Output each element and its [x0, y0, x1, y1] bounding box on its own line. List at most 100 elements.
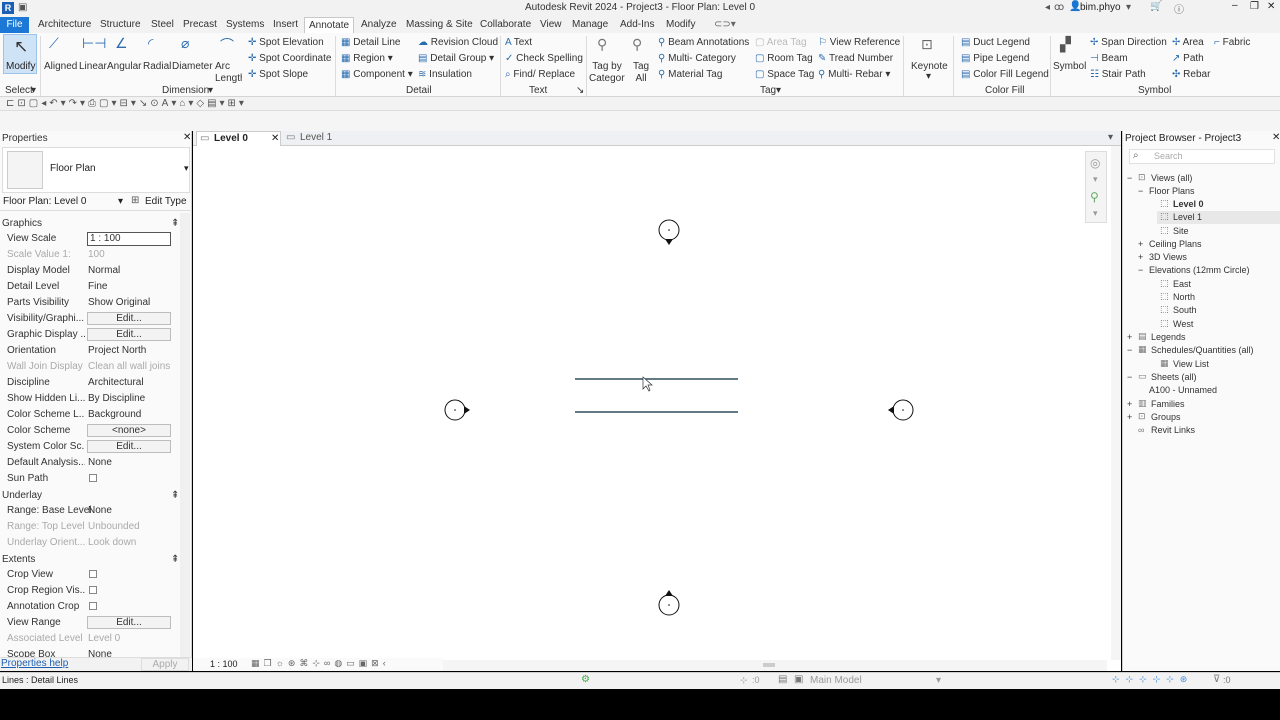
tree-node[interactable]: 3D Views	[1149, 252, 1187, 262]
tree-node[interactable]: Groups	[1151, 412, 1181, 422]
annotation-crop-checkbox[interactable]	[89, 602, 97, 610]
restore-icon[interactable]: ❐	[1250, 1, 1259, 12]
tab-steel[interactable]: Steel	[151, 19, 174, 30]
tree-node[interactable]: Ceiling Plans	[1149, 239, 1202, 249]
select-dropdown-icon[interactable]: ▾	[31, 85, 36, 96]
collapse-icon[interactable]: −	[1127, 345, 1132, 355]
chevron-down-icon[interactable]: ▾	[118, 196, 123, 207]
linear-button[interactable]: Linear	[79, 61, 107, 72]
aligned-button[interactable]: Aligned	[44, 61, 77, 72]
spot-elevation-button[interactable]: ✛ Spot Elevation	[248, 37, 324, 48]
tree-node[interactable]: North	[1173, 292, 1195, 302]
qat-icons[interactable]: ⊏⊡▢◂↶▾↷▾⎙▢▾⊟▾↘⊙A▾⌂▾◇▤▾⊞▾	[6, 98, 247, 109]
tab-collaborate[interactable]: Collaborate	[480, 19, 531, 30]
dimension-dropdown-icon[interactable]: ▾	[208, 85, 213, 96]
view-reference-button[interactable]: ⚐ View Reference	[818, 37, 900, 48]
prop-value[interactable]: Project North	[88, 345, 146, 356]
prop-value[interactable]: None	[88, 457, 112, 468]
tab-precast[interactable]: Precast	[183, 19, 217, 30]
elevation-marker-west[interactable]	[444, 399, 470, 421]
stair-path-button[interactable]: ☷ Stair Path	[1090, 69, 1146, 80]
section-extents[interactable]: Extents ⇞	[0, 552, 180, 568]
user-name[interactable]: bim.phyo	[1080, 2, 1121, 13]
aligned-dimension-icon[interactable]: ⟋	[49, 35, 59, 52]
prop-value[interactable]: By Discipline	[88, 393, 145, 404]
tag-all-button[interactable]: Tag All	[632, 61, 650, 83]
expand-icon[interactable]: +	[1127, 399, 1132, 409]
tag-by-category-icon[interactable]: ⚲	[597, 36, 607, 53]
fabric-button[interactable]: ⌐ Fabric	[1214, 37, 1250, 48]
editable-only-icon[interactable]: ⊹	[740, 675, 748, 686]
tread-number-button[interactable]: ✎ Tread Number	[818, 53, 893, 64]
collapse-icon[interactable]: ⇞	[171, 554, 179, 565]
diameter-dimension-icon[interactable]: ⌀	[181, 35, 189, 52]
tree-node[interactable]: West	[1173, 319, 1193, 329]
tree-node[interactable]: Site	[1173, 226, 1189, 236]
arc-length-icon[interactable]: ⌒	[220, 35, 234, 55]
tag-dropdown-icon[interactable]: ▾	[776, 85, 781, 96]
material-tag-button[interactable]: ⚲ Material Tag	[658, 69, 722, 80]
tree-node[interactable]: South	[1173, 305, 1197, 315]
edit-type-button[interactable]: Edit Type	[145, 196, 187, 207]
horizontal-scrollbar[interactable]	[443, 660, 1107, 671]
room-tag-button[interactable]: ▢ Room Tag	[755, 53, 813, 64]
tab-overflow-icon[interactable]: ⊂⊃▾	[714, 19, 736, 30]
properties-help-link[interactable]: Properties help	[1, 658, 68, 669]
space-tag-button[interactable]: ▢ Space Tag	[755, 69, 814, 80]
tree-node[interactable]: A100 - Unnamed	[1149, 385, 1217, 395]
prop-value[interactable]: Normal	[88, 265, 120, 276]
expand-icon[interactable]: +	[1127, 412, 1132, 422]
tab-analyze[interactable]: Analyze	[361, 19, 397, 30]
tab-structure[interactable]: Structure	[100, 19, 141, 30]
zoom-icon[interactable]: ⚲	[1090, 190, 1099, 204]
selection-filter-icons[interactable]: ⊹⊹⊹⊹⊹⊛	[1112, 674, 1193, 685]
tab-systems[interactable]: Systems	[226, 19, 264, 30]
radial-dimension-icon[interactable]: ◜	[148, 35, 153, 52]
elevation-marker-east[interactable]	[888, 399, 914, 421]
expand-icon[interactable]: +	[1138, 239, 1143, 249]
visibility-edit-button[interactable]: Edit...	[87, 312, 171, 325]
beam-annotations-button[interactable]: ⚲ Beam Annotations	[658, 37, 749, 48]
view-scale-control[interactable]: 1 : 100	[210, 659, 238, 669]
vertical-scrollbar[interactable]	[1111, 146, 1121, 660]
system-color-edit-button[interactable]: Edit...	[87, 440, 171, 453]
dimension-group-label[interactable]: Dimension	[162, 85, 209, 96]
prop-value[interactable]: Fine	[88, 281, 107, 292]
close-icon[interactable]: ✕	[183, 132, 191, 143]
tab-manage[interactable]: Manage	[572, 19, 608, 30]
graphic-display-edit-button[interactable]: Edit...	[87, 328, 171, 341]
tag-group-label[interactable]: Tag	[760, 85, 776, 96]
arc-length-button[interactable]: Arc Length	[215, 61, 242, 83]
tree-node[interactable]: Sheets (all)	[1151, 372, 1197, 382]
minimize-icon[interactable]: –	[1232, 0, 1238, 11]
tab-insert[interactable]: Insert	[273, 19, 298, 30]
prop-value[interactable]: None	[88, 505, 112, 516]
detail-group-button[interactable]: ▤ Detail Group ▾	[418, 53, 494, 64]
crop-region-checkbox[interactable]	[89, 586, 97, 594]
pipe-legend-button[interactable]: ▤ Pipe Legend	[961, 53, 1029, 64]
collapse-icon[interactable]: ⇞	[171, 490, 179, 501]
tab-annotate[interactable]: Annotate	[304, 17, 355, 33]
close-icon[interactable]: ✕	[1272, 132, 1280, 143]
find-replace-button[interactable]: ⌕ Find/ Replace	[505, 69, 575, 80]
area-tag-button[interactable]: ▢ Area Tag	[755, 37, 807, 48]
tree-node[interactable]: Views (all)	[1151, 173, 1192, 183]
view-control-icons[interactable]: ▦❒☼⊛⌘⊹∞◍▭▣⊠‹	[251, 658, 390, 669]
help-icon[interactable]: ⓘ	[1174, 1, 1184, 16]
expand-icon[interactable]: +	[1127, 332, 1132, 342]
path-button[interactable]: ↗ Path	[1172, 53, 1204, 64]
area-button[interactable]: ✢ Area	[1172, 37, 1204, 48]
prop-value[interactable]: Show Original	[88, 297, 150, 308]
drawing-canvas[interactable]: ◎ ▾ ⚲ ▾ 1 : 100 ▦❒☼⊛⌘⊹∞◍▭▣⊠‹	[193, 131, 1121, 671]
tree-node-active[interactable]: Level 0	[1173, 199, 1204, 209]
radial-button[interactable]: Radial	[143, 61, 171, 72]
close-icon[interactable]: ✕	[1267, 1, 1275, 12]
tab-view[interactable]: View	[540, 19, 562, 30]
linear-dimension-icon[interactable]: ⊢⊣	[82, 35, 106, 52]
collapse-icon[interactable]: −	[1138, 265, 1143, 275]
view-tab-level-0[interactable]: ▭ Level 0 ✕	[196, 131, 281, 146]
detail-line-button[interactable]: ▦ Detail Line	[341, 37, 401, 48]
tree-node[interactable]: Schedules/Quantities (all)	[1151, 345, 1254, 355]
crop-view-checkbox[interactable]	[89, 570, 97, 578]
angular-button[interactable]: Angular	[107, 61, 141, 72]
